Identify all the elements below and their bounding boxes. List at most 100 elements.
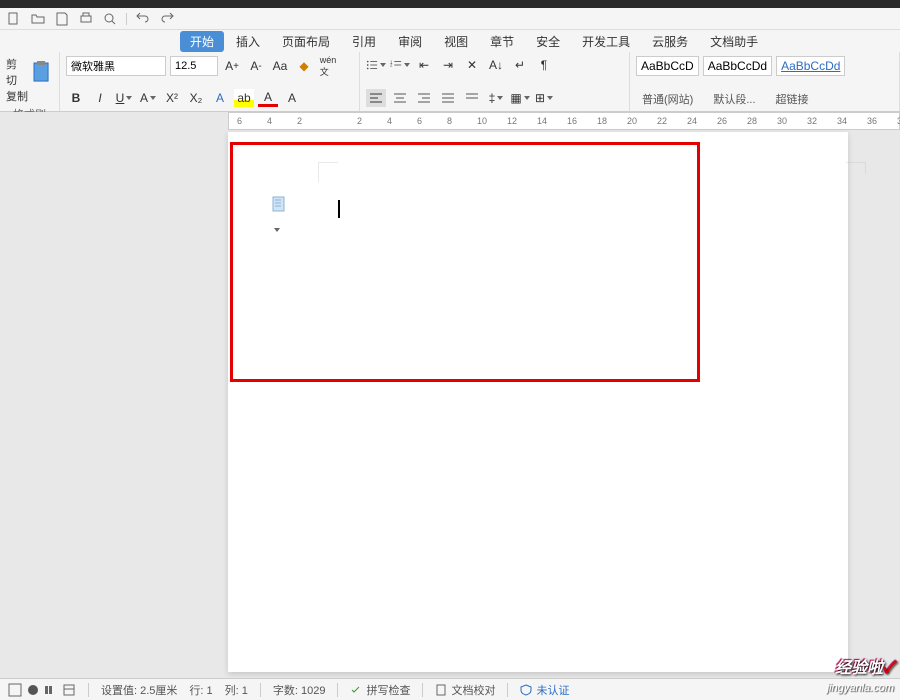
phonetic-icon[interactable]: wén文 — [318, 57, 338, 75]
preview-icon[interactable] — [102, 11, 118, 27]
increase-font-icon[interactable]: A+ — [222, 57, 242, 75]
status-word-count[interactable]: 字数: 1029 — [273, 682, 326, 698]
ruler-mark: 12 — [507, 116, 517, 126]
align-justify-icon[interactable] — [438, 89, 458, 107]
font-group: A+ A- Aa ◆ wén文 B I U A X² X₂ A ab A A — [60, 52, 360, 111]
status-spellcheck[interactable]: 拼写检查 — [350, 682, 410, 698]
ruler-mark: 2 — [357, 116, 362, 126]
ruler-area: 6 4 2 2 4 6 8 10 12 14 16 18 20 22 24 26… — [0, 112, 900, 130]
page-margin-corner — [318, 162, 338, 182]
line-break-icon[interactable]: ↵ — [510, 56, 530, 74]
numbering-icon[interactable]: 12 — [390, 56, 410, 74]
highlight-icon[interactable]: ab — [234, 89, 254, 107]
status-set-value: 设置值: 2.5厘米 — [101, 682, 177, 698]
underline-icon[interactable]: U — [114, 89, 134, 107]
menu-review[interactable]: 审阅 — [388, 31, 432, 52]
superscript-icon[interactable]: X² — [162, 89, 182, 107]
menu-page-layout[interactable]: 页面布局 — [272, 31, 340, 52]
text-cursor — [338, 200, 340, 218]
align-distribute-icon[interactable] — [462, 89, 482, 107]
separator — [126, 13, 127, 25]
font-name-select[interactable] — [66, 56, 166, 76]
font-size-select[interactable] — [170, 56, 218, 76]
redo-icon[interactable] — [159, 11, 175, 27]
line-spacing-icon[interactable]: ‡ — [486, 89, 506, 107]
shading-icon[interactable]: ▦ — [510, 89, 530, 107]
watermark-url: jingyanla.com — [827, 682, 894, 694]
change-case-icon[interactable]: Aa — [270, 57, 290, 75]
separator — [507, 683, 508, 697]
new-doc-icon[interactable] — [6, 11, 22, 27]
menu-start[interactable]: 开始 — [180, 31, 224, 52]
paste-options-icon[interactable] — [272, 196, 288, 214]
tab-set-icon[interactable]: ✕ — [462, 56, 482, 74]
document-page[interactable] — [228, 132, 848, 672]
ruler-mark: 36 — [867, 116, 877, 126]
align-center-icon[interactable] — [390, 89, 410, 107]
status-line: 行: 1 — [189, 682, 212, 698]
separator — [88, 683, 89, 697]
style-default[interactable]: AaBbCcDd — [703, 56, 772, 76]
doc-review-label: 文档校对 — [451, 682, 495, 698]
increase-indent-icon[interactable]: ⇥ — [438, 56, 458, 74]
menu-references[interactable]: 引用 — [342, 31, 386, 52]
align-left-icon[interactable] — [366, 89, 386, 107]
ruler-mark: 18 — [597, 116, 607, 126]
view-mode-icons[interactable] — [8, 683, 76, 697]
ruler-mark: 4 — [387, 116, 392, 126]
horizontal-ruler[interactable]: 6 4 2 2 4 6 8 10 12 14 16 18 20 22 24 26… — [228, 112, 900, 130]
menu-doc-assistant[interactable]: 文档助手 — [700, 31, 768, 52]
text-effect-icon[interactable]: A — [210, 89, 230, 107]
print-icon[interactable] — [78, 11, 94, 27]
ruler-mark: 34 — [837, 116, 847, 126]
open-icon[interactable] — [30, 11, 46, 27]
menu-dev-tools[interactable]: 开发工具 — [572, 31, 640, 52]
bold-icon[interactable]: B — [66, 89, 86, 107]
status-col: 列: 1 — [225, 682, 248, 698]
clear-format-icon[interactable]: ◆ — [294, 57, 314, 75]
decrease-indent-icon[interactable]: ⇤ — [414, 56, 434, 74]
show-marks-icon[interactable]: ¶ — [534, 56, 554, 74]
titlebar — [0, 0, 900, 8]
menu-cloud[interactable]: 云服务 — [642, 31, 698, 52]
quick-access-toolbar — [0, 8, 900, 30]
ruler-mark: 6 — [417, 116, 422, 126]
paste-icon[interactable] — [29, 58, 53, 86]
ruler-mark: 16 — [567, 116, 577, 126]
italic-icon[interactable]: I — [90, 89, 110, 107]
strikethrough-icon[interactable]: A — [138, 89, 158, 107]
ruler-mark: 8 — [447, 116, 452, 126]
copy-button[interactable]: 复制 — [6, 88, 28, 104]
separator — [422, 683, 423, 697]
ruler-mark: 4 — [267, 116, 272, 126]
subscript-icon[interactable]: X₂ — [186, 89, 206, 107]
style-label-default: 默认段... — [707, 91, 761, 107]
style-hyperlink[interactable]: AaBbCcDd — [776, 56, 845, 76]
borders-icon[interactable]: ⊞ — [534, 89, 554, 107]
font-color-icon[interactable]: A — [258, 89, 278, 107]
styles-group: AaBbCcD AaBbCcDd AaBbCcDd 普通(网站) 默认段... … — [630, 52, 900, 111]
cut-button[interactable]: 剪切 — [6, 56, 25, 88]
unauth-label: 未认证 — [536, 682, 569, 698]
ruler-mark: 30 — [777, 116, 787, 126]
ribbon: 剪切 复制 格式刷 A+ A- Aa ◆ wén文 B I U A X² X₂ … — [0, 52, 900, 112]
style-label-normal: 普通(网站) — [636, 91, 699, 107]
decrease-font-icon[interactable]: A- — [246, 57, 266, 75]
ruler-mark: 14 — [537, 116, 547, 126]
status-unauth[interactable]: 未认证 — [520, 682, 569, 698]
style-normal[interactable]: AaBbCcD — [636, 56, 699, 76]
ruler-mark: 26 — [717, 116, 727, 126]
undo-icon[interactable] — [135, 11, 151, 27]
bullets-icon[interactable] — [366, 56, 386, 74]
char-shading-icon[interactable]: A — [282, 89, 302, 107]
align-right-icon[interactable] — [414, 89, 434, 107]
menu-security[interactable]: 安全 — [526, 31, 570, 52]
menu-view[interactable]: 视图 — [434, 31, 478, 52]
menu-chapter[interactable]: 章节 — [480, 31, 524, 52]
status-doc-review[interactable]: 文档校对 — [435, 682, 495, 698]
ruler-mark: 20 — [627, 116, 637, 126]
save-icon[interactable] — [54, 11, 70, 27]
sort-icon[interactable]: A↓ — [486, 56, 506, 74]
menu-insert[interactable]: 插入 — [226, 31, 270, 52]
left-gutter — [0, 132, 228, 672]
